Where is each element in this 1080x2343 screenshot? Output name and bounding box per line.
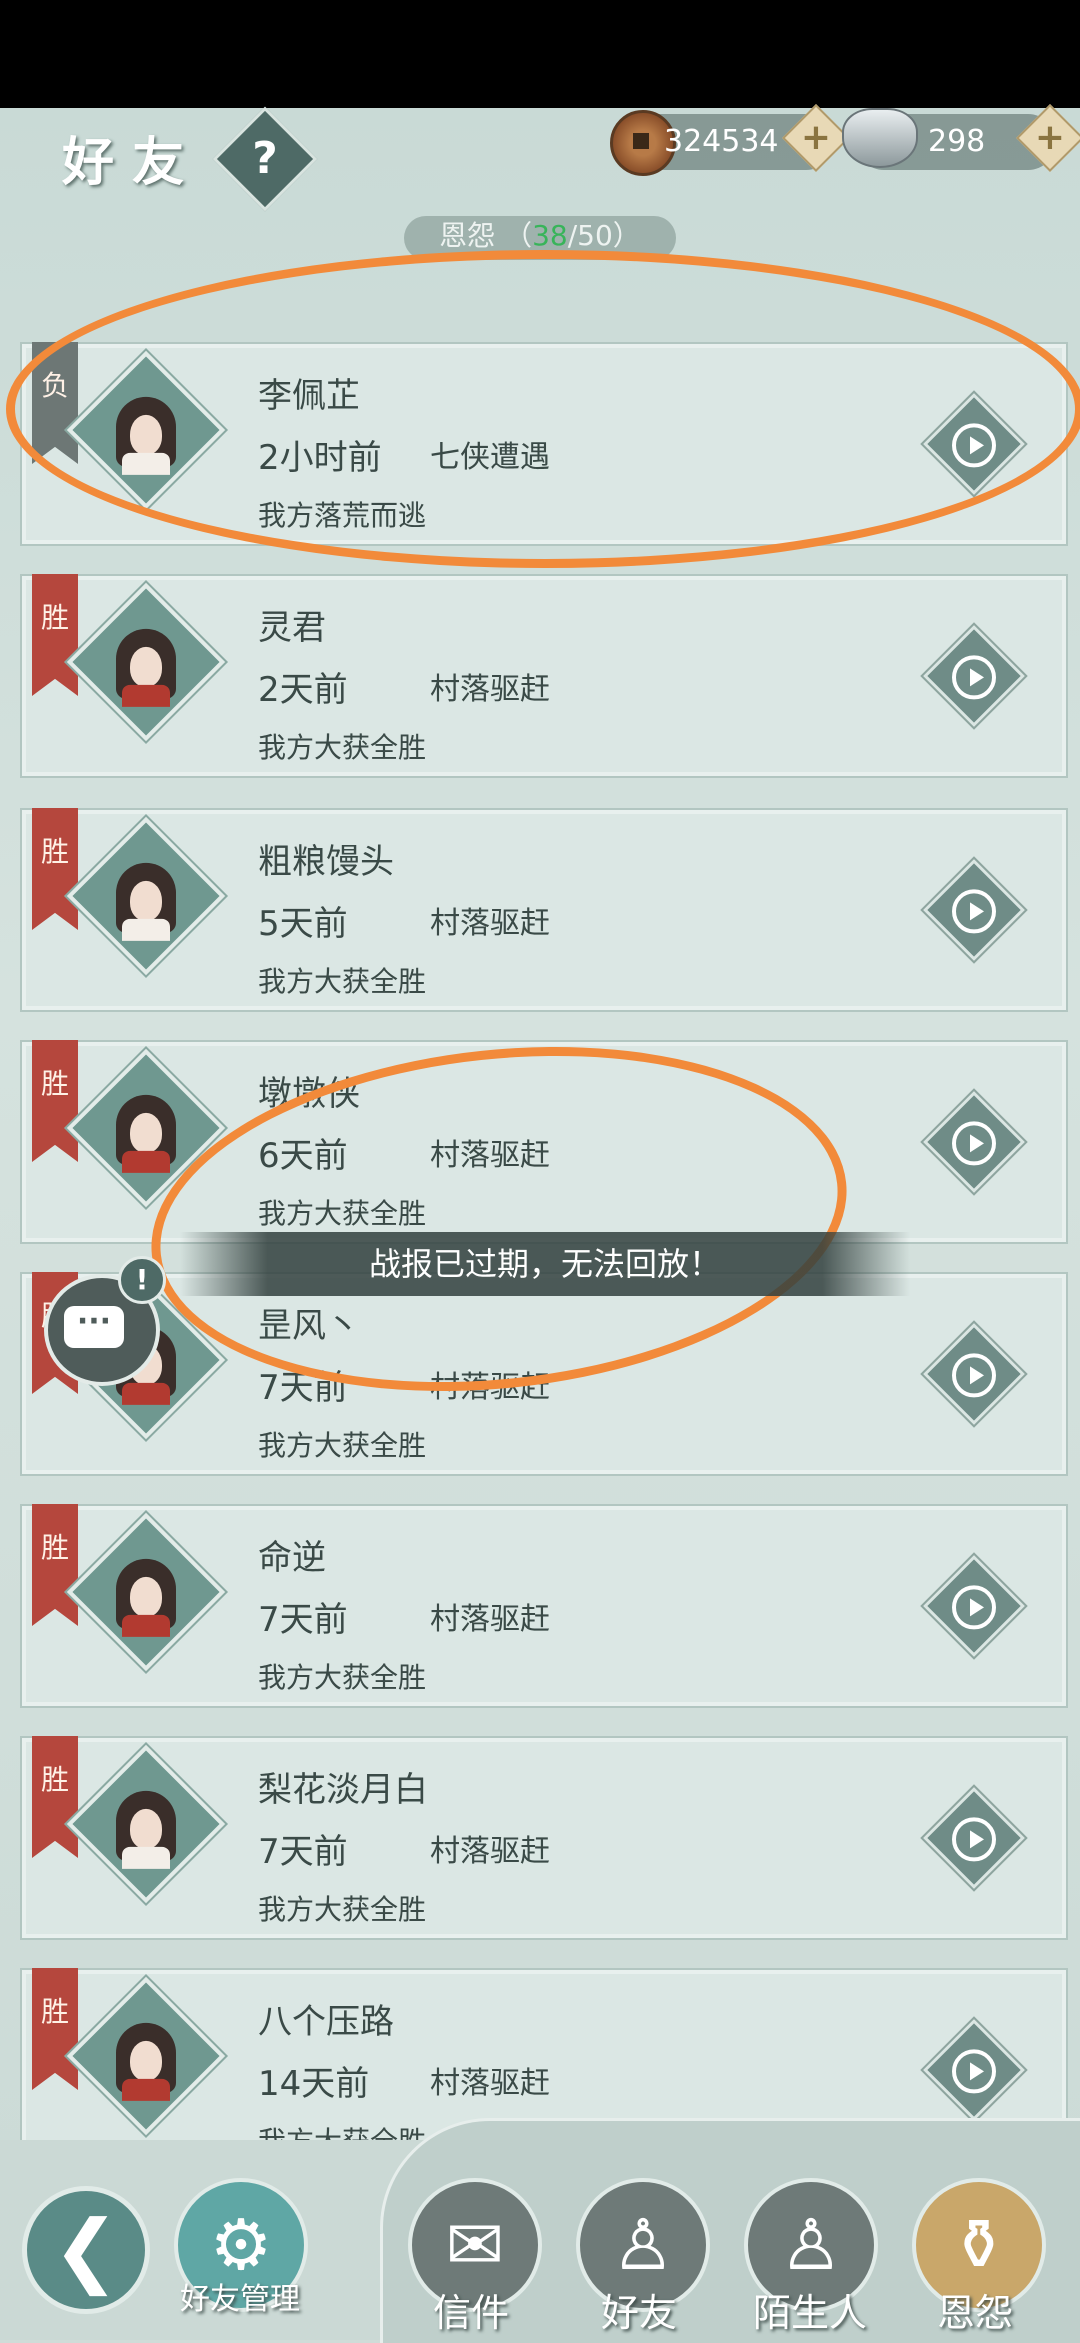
record-time: 7天前	[258, 1368, 348, 1408]
badge-label: 胜	[40, 1763, 69, 1796]
record-card[interactable]: 胜 粗粮馒头 5天前 村落驱赶 我方大获全胜	[20, 808, 1068, 1012]
record-list: 负 李佩芷 2小时前 七侠遭遇 我方落荒而逃 胜 灵君 2天前 村落驱赶 我方大…	[0, 0, 1080, 2340]
replay-button[interactable]	[923, 393, 1025, 495]
badge-label: 胜	[40, 1531, 69, 1564]
replay-button[interactable]	[923, 859, 1025, 961]
replay-button[interactable]	[923, 625, 1025, 727]
battle-mode: 村落驱赶	[430, 2066, 550, 2101]
record-time: 5天前	[258, 904, 348, 944]
play-icon	[952, 655, 996, 700]
opponent-name: 昰风丶	[258, 1306, 360, 1346]
play-icon	[952, 889, 996, 934]
record-time: 6天前	[258, 1136, 348, 1176]
badge-label: 胜	[40, 1067, 69, 1100]
badge-label: 负	[40, 369, 69, 402]
opponent-name: 灵君	[258, 608, 326, 648]
battle-mode: 七侠遭遇	[430, 440, 550, 475]
opponent-name: 八个压路	[258, 2002, 394, 2042]
chat-bubble-icon	[64, 1304, 124, 1348]
battle-mode: 村落驱赶	[430, 1834, 550, 1869]
record-time: 2天前	[258, 670, 348, 710]
avatar	[66, 350, 226, 510]
battle-mode: 村落驱赶	[430, 1138, 550, 1173]
record-time: 2小时前	[258, 438, 382, 478]
replay-button[interactable]	[923, 1787, 1025, 1889]
avatar	[66, 1976, 226, 2136]
replay-button[interactable]	[923, 1555, 1025, 1657]
avatar	[66, 1744, 226, 1904]
back-button[interactable]: ❮	[22, 2186, 150, 2314]
opponent-name: 李佩芷	[258, 376, 360, 416]
replay-button[interactable]	[923, 1091, 1025, 1193]
opponent-name: 粗粮馒头	[258, 842, 394, 882]
opponent-name: 命逆	[258, 1538, 326, 1578]
tab-grudges-label: 恩怨	[936, 2291, 1013, 2335]
record-card[interactable]: 负 李佩芷 2小时前 七侠遭遇 我方落荒而逃	[20, 342, 1068, 546]
badge-label: 胜	[40, 601, 69, 634]
play-icon	[952, 1353, 996, 1398]
replay-button[interactable]	[923, 1323, 1025, 1425]
friend-manage-label: 好友管理	[180, 2282, 300, 2317]
play-icon	[952, 2049, 996, 2094]
battle-result: 我方大获全胜	[258, 1429, 427, 1462]
avatar	[66, 582, 226, 742]
battle-result: 我方大获全胜	[258, 1661, 427, 1694]
play-icon	[952, 423, 996, 468]
record-card[interactable]: 胜 灵君 2天前 村落驱赶 我方大获全胜	[20, 574, 1068, 778]
record-time: 7天前	[258, 1832, 348, 1872]
play-icon	[952, 1817, 996, 1862]
avatar	[66, 1512, 226, 1672]
win-ribbon: 胜	[32, 1736, 78, 1858]
play-icon	[952, 1121, 996, 1166]
replay-button[interactable]	[923, 2019, 1025, 2121]
tab-friends-label: 好友	[600, 2291, 677, 2335]
avatar	[66, 816, 226, 976]
battle-mode: 村落驱赶	[430, 906, 550, 941]
win-ribbon: 胜	[32, 574, 78, 696]
opponent-name: 墩墩侠	[258, 1074, 360, 1114]
alert-icon: !	[118, 1256, 166, 1304]
tab-mail-label: 信件	[432, 2291, 509, 2335]
battle-result: 我方大获全胜	[258, 731, 427, 764]
win-ribbon: 胜	[32, 1968, 78, 2090]
opponent-name: 梨花淡月白	[258, 1770, 428, 1810]
battle-mode: 村落驱赶	[430, 1602, 550, 1637]
battle-mode: 村落驱赶	[430, 672, 550, 707]
play-icon	[952, 1585, 996, 1630]
win-ribbon: 胜	[32, 1504, 78, 1626]
record-time: 14天前	[258, 2064, 370, 2104]
tab-strangers-label: 陌生人	[752, 2291, 867, 2335]
back-arrow-icon: ❮	[52, 2203, 120, 2296]
record-time: 7天前	[258, 1600, 348, 1640]
record-card[interactable]: 胜 梨花淡月白 7天前 村落驱赶 我方大获全胜	[20, 1736, 1068, 1940]
record-card[interactable]: 胜 昰风丶 7天前 村落驱赶 我方大获全胜	[20, 1272, 1068, 1476]
battle-mode: 村落驱赶	[430, 1370, 550, 1405]
battle-result: 我方落荒而逃	[258, 499, 427, 532]
badge-label: 胜	[40, 1995, 69, 2028]
battle-result: 我方大获全胜	[258, 1893, 427, 1926]
win-ribbon: 胜	[32, 1040, 78, 1162]
avatar	[66, 1048, 226, 1208]
toast-message: 战报已过期，无法回放！	[180, 1232, 910, 1296]
lose-ribbon: 负	[32, 342, 78, 464]
record-card[interactable]: 胜 墩墩侠 6天前 村落驱赶 我方大获全胜	[20, 1040, 1068, 1244]
badge-label: 胜	[40, 835, 69, 868]
win-ribbon: 胜	[32, 808, 78, 930]
record-card[interactable]: 胜 命逆 7天前 村落驱赶 我方大获全胜	[20, 1504, 1068, 1708]
battle-result: 我方大获全胜	[258, 1197, 427, 1230]
battle-result: 我方大获全胜	[258, 965, 427, 998]
